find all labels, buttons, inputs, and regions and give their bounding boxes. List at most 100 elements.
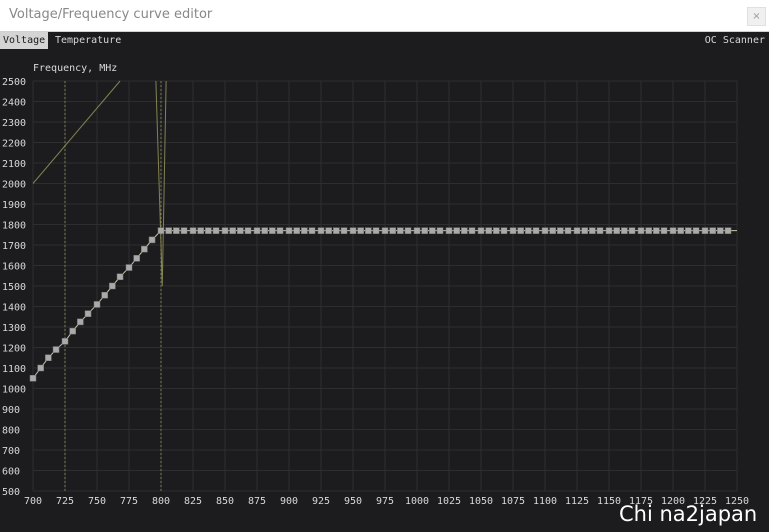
x-tick-label: 850 [216,496,234,507]
curve-point [397,227,404,234]
y-tick-label: 700 [2,446,20,457]
x-tick-label: 950 [344,496,362,507]
curve-point [269,227,276,234]
curve-point [180,227,188,234]
curve-point [532,227,540,234]
curve-point [517,227,524,234]
axis-ticks: 700 725 750 775 800 825 850 875 900 925 950 975 1000… [2,77,749,507]
curve-point [189,227,197,234]
curve-point [165,227,172,234]
curve-point [276,227,284,234]
curve-point [468,227,476,234]
y-tick-label: 2100 [2,159,26,170]
x-tick-label: 1075 [501,496,525,507]
y-tick-label: 2400 [2,98,26,109]
y-tick-label: 800 [2,426,20,437]
x-tick-label: 1000 [405,496,429,507]
watermark-text: Chi na2japan [619,502,758,526]
vf-curve[interactable] [29,227,737,382]
curve-point [621,227,628,234]
curve-point [101,291,108,299]
curve-point [637,227,645,234]
curve-point [197,227,204,234]
curve-point [421,227,428,234]
tab-voltage[interactable]: Voltage [0,32,49,49]
curve-point [660,227,668,234]
tab-bar: Voltage Temperature OC Scanner [0,32,769,49]
curve-point [500,227,508,234]
curve-point [37,364,44,372]
x-tick-label: 925 [312,496,330,507]
vf-curve-chart[interactable]: Frequency, MHz 700 725 750 775 800 825 850 875 9… [0,52,769,512]
curve-point [605,227,613,234]
close-button[interactable]: × [747,7,766,26]
curve-point [253,227,261,234]
curve-point [116,273,124,281]
curve-point [125,264,133,271]
curve-point [148,236,156,244]
y-tick-label: 1000 [2,385,26,396]
y-tick-label: 600 [2,467,20,478]
curve-point [221,227,229,234]
curve-point [381,227,389,234]
curve-point [429,227,436,234]
y-tick-label: 1300 [2,323,26,334]
curve-point [549,227,556,234]
x-tick-label: 975 [376,496,394,507]
x-tick-label: 900 [280,496,298,507]
y-tick-label: 900 [2,405,20,416]
y-tick-label: 500 [2,487,20,498]
curve-point [404,227,412,234]
curve-point [573,227,581,234]
oc-scanner-button[interactable]: OC Scanner [702,32,768,49]
x-tick-label: 1025 [437,496,461,507]
curve-point [613,227,620,234]
x-tick-label: 1150 [597,496,621,507]
curve-point [205,227,212,234]
curve-point [581,227,588,234]
curve-point [493,227,500,234]
curve-point [692,227,700,234]
y-tick-label: 2300 [2,118,26,129]
x-tick-label: 725 [56,496,74,507]
curve-point [413,227,421,234]
tab-temperature[interactable]: Temperature [52,32,124,49]
y-tick-label: 1200 [2,344,26,355]
curve-point [237,227,244,234]
y-axis-label: Frequency, MHz [33,63,117,74]
y-tick-label: 2500 [2,77,26,88]
curve-point [69,327,76,335]
x-tick-label: 750 [88,496,106,507]
curve-point [685,227,692,234]
y-tick-label: 1800 [2,221,26,232]
y-tick-label: 2200 [2,139,26,150]
curve-point [133,255,140,262]
curve-point [525,227,532,234]
curve-point [29,375,37,382]
x-tick-label: 1050 [469,496,493,507]
curve-point [61,338,69,345]
curve-point [308,227,316,234]
guide-line [32,80,121,184]
curve-point [84,310,92,317]
curve-point [724,227,732,234]
curve-point [229,227,236,234]
curve-point [325,227,332,234]
curve-point [477,227,485,234]
x-tick-label: 1125 [565,496,589,507]
curve-point [653,227,660,234]
curve-point [365,227,372,234]
vf-curve-editor-window: Voltage/Frequency curve editor × Voltage… [0,0,769,532]
curve-point [645,227,652,234]
curve-point [564,227,572,234]
curve-point [436,227,444,234]
title-bar: Voltage/Frequency curve editor × [0,0,769,32]
curve-point [141,245,148,253]
curve-point [596,227,604,234]
curve-point [372,227,380,234]
curve-point [709,227,716,234]
curve-point [93,301,101,308]
curve-point [301,227,308,234]
curve-point [333,227,340,234]
x-tick-label: 700 [24,496,42,507]
